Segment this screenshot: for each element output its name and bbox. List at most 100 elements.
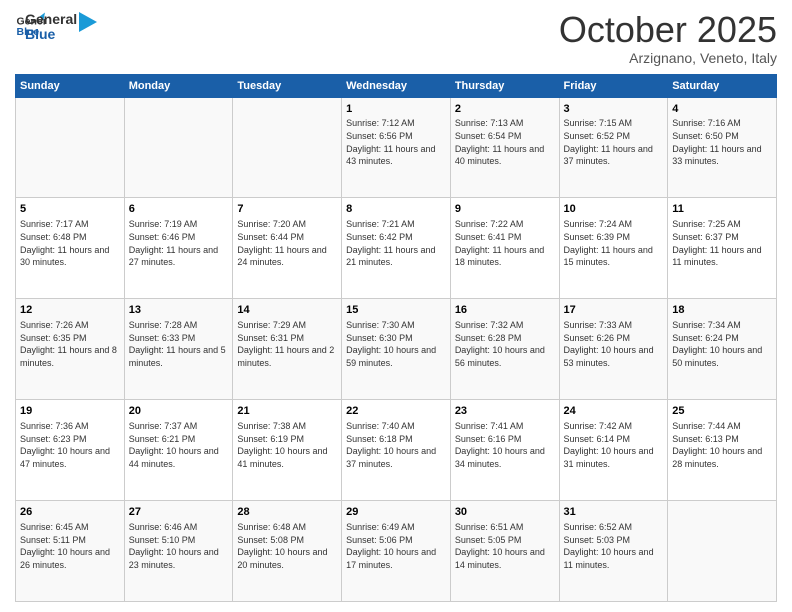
calendar-header-row: Sunday Monday Tuesday Wednesday Thursday… — [16, 74, 777, 97]
table-row — [233, 97, 342, 198]
table-row — [124, 97, 233, 198]
day-number: 3 — [564, 102, 664, 117]
day-info: Sunrise: 6:45 AMSunset: 5:11 PMDaylight:… — [20, 521, 120, 571]
table-row — [668, 501, 777, 602]
day-info: Sunrise: 7:41 AMSunset: 6:16 PMDaylight:… — [455, 420, 555, 470]
table-row: 13Sunrise: 7:28 AMSunset: 6:33 PMDayligh… — [124, 299, 233, 400]
calendar-week-row: 12Sunrise: 7:26 AMSunset: 6:35 PMDayligh… — [16, 299, 777, 400]
month-title: October 2025 — [559, 10, 777, 50]
day-info: Sunrise: 7:36 AMSunset: 6:23 PMDaylight:… — [20, 420, 120, 470]
day-info: Sunrise: 7:28 AMSunset: 6:33 PMDaylight:… — [129, 319, 229, 369]
table-row: 24Sunrise: 7:42 AMSunset: 6:14 PMDayligh… — [559, 400, 668, 501]
day-info: Sunrise: 7:42 AMSunset: 6:14 PMDaylight:… — [564, 420, 664, 470]
day-info: Sunrise: 7:17 AMSunset: 6:48 PMDaylight:… — [20, 218, 120, 268]
table-row: 31Sunrise: 6:52 AMSunset: 5:03 PMDayligh… — [559, 501, 668, 602]
calendar-table: Sunday Monday Tuesday Wednesday Thursday… — [15, 74, 777, 602]
day-number: 23 — [455, 404, 555, 419]
logo: General Blue General Blue — [15, 10, 97, 43]
day-info: Sunrise: 6:52 AMSunset: 5:03 PMDaylight:… — [564, 521, 664, 571]
day-number: 20 — [129, 404, 229, 419]
table-row: 4Sunrise: 7:16 AMSunset: 6:50 PMDaylight… — [668, 97, 777, 198]
day-number: 14 — [237, 303, 337, 318]
day-info: Sunrise: 7:33 AMSunset: 6:26 PMDaylight:… — [564, 319, 664, 369]
day-number: 30 — [455, 505, 555, 520]
day-number: 17 — [564, 303, 664, 318]
day-info: Sunrise: 6:49 AMSunset: 5:06 PMDaylight:… — [346, 521, 446, 571]
day-number: 26 — [20, 505, 120, 520]
day-number: 5 — [20, 202, 120, 217]
day-number: 4 — [672, 102, 772, 117]
table-row: 11Sunrise: 7:25 AMSunset: 6:37 PMDayligh… — [668, 198, 777, 299]
table-row: 25Sunrise: 7:44 AMSunset: 6:13 PMDayligh… — [668, 400, 777, 501]
day-info: Sunrise: 7:12 AMSunset: 6:56 PMDaylight:… — [346, 117, 446, 167]
day-number: 2 — [455, 102, 555, 117]
day-info: Sunrise: 6:46 AMSunset: 5:10 PMDaylight:… — [129, 521, 229, 571]
day-number: 9 — [455, 202, 555, 217]
table-row: 19Sunrise: 7:36 AMSunset: 6:23 PMDayligh… — [16, 400, 125, 501]
day-info: Sunrise: 7:19 AMSunset: 6:46 PMDaylight:… — [129, 218, 229, 268]
title-block: October 2025 Arzignano, Veneto, Italy — [559, 10, 777, 66]
col-monday: Monday — [124, 74, 233, 97]
table-row: 30Sunrise: 6:51 AMSunset: 5:05 PMDayligh… — [450, 501, 559, 602]
day-number: 27 — [129, 505, 229, 520]
day-info: Sunrise: 7:20 AMSunset: 6:44 PMDaylight:… — [237, 218, 337, 268]
table-row: 17Sunrise: 7:33 AMSunset: 6:26 PMDayligh… — [559, 299, 668, 400]
day-info: Sunrise: 6:48 AMSunset: 5:08 PMDaylight:… — [237, 521, 337, 571]
day-info: Sunrise: 7:25 AMSunset: 6:37 PMDaylight:… — [672, 218, 772, 268]
location-subtitle: Arzignano, Veneto, Italy — [559, 50, 777, 66]
day-number: 15 — [346, 303, 446, 318]
calendar-week-row: 5Sunrise: 7:17 AMSunset: 6:48 PMDaylight… — [16, 198, 777, 299]
day-number: 10 — [564, 202, 664, 217]
table-row: 2Sunrise: 7:13 AMSunset: 6:54 PMDaylight… — [450, 97, 559, 198]
table-row: 14Sunrise: 7:29 AMSunset: 6:31 PMDayligh… — [233, 299, 342, 400]
day-number: 25 — [672, 404, 772, 419]
day-info: Sunrise: 7:30 AMSunset: 6:30 PMDaylight:… — [346, 319, 446, 369]
day-info: Sunrise: 7:16 AMSunset: 6:50 PMDaylight:… — [672, 117, 772, 167]
day-number: 8 — [346, 202, 446, 217]
calendar-week-row: 1Sunrise: 7:12 AMSunset: 6:56 PMDaylight… — [16, 97, 777, 198]
day-info: Sunrise: 7:29 AMSunset: 6:31 PMDaylight:… — [237, 319, 337, 369]
col-saturday: Saturday — [668, 74, 777, 97]
day-number: 21 — [237, 404, 337, 419]
table-row: 29Sunrise: 6:49 AMSunset: 5:06 PMDayligh… — [342, 501, 451, 602]
table-row: 20Sunrise: 7:37 AMSunset: 6:21 PMDayligh… — [124, 400, 233, 501]
col-friday: Friday — [559, 74, 668, 97]
day-info: Sunrise: 7:15 AMSunset: 6:52 PMDaylight:… — [564, 117, 664, 167]
table-row: 22Sunrise: 7:40 AMSunset: 6:18 PMDayligh… — [342, 400, 451, 501]
day-number: 12 — [20, 303, 120, 318]
day-info: Sunrise: 7:21 AMSunset: 6:42 PMDaylight:… — [346, 218, 446, 268]
table-row: 27Sunrise: 6:46 AMSunset: 5:10 PMDayligh… — [124, 501, 233, 602]
day-number: 16 — [455, 303, 555, 318]
day-info: Sunrise: 7:13 AMSunset: 6:54 PMDaylight:… — [455, 117, 555, 167]
col-sunday: Sunday — [16, 74, 125, 97]
day-number: 22 — [346, 404, 446, 419]
day-info: Sunrise: 7:40 AMSunset: 6:18 PMDaylight:… — [346, 420, 446, 470]
page-header: General Blue General Blue October 2025 A… — [15, 10, 777, 66]
day-info: Sunrise: 7:26 AMSunset: 6:35 PMDaylight:… — [20, 319, 120, 369]
table-row: 10Sunrise: 7:24 AMSunset: 6:39 PMDayligh… — [559, 198, 668, 299]
day-number: 7 — [237, 202, 337, 217]
table-row: 18Sunrise: 7:34 AMSunset: 6:24 PMDayligh… — [668, 299, 777, 400]
day-number: 19 — [20, 404, 120, 419]
table-row — [16, 97, 125, 198]
table-row: 7Sunrise: 7:20 AMSunset: 6:44 PMDaylight… — [233, 198, 342, 299]
col-thursday: Thursday — [450, 74, 559, 97]
table-row: 8Sunrise: 7:21 AMSunset: 6:42 PMDaylight… — [342, 198, 451, 299]
logo-general: General — [25, 12, 77, 27]
day-info: Sunrise: 7:24 AMSunset: 6:39 PMDaylight:… — [564, 218, 664, 268]
calendar-week-row: 26Sunrise: 6:45 AMSunset: 5:11 PMDayligh… — [16, 501, 777, 602]
table-row: 15Sunrise: 7:30 AMSunset: 6:30 PMDayligh… — [342, 299, 451, 400]
day-info: Sunrise: 7:44 AMSunset: 6:13 PMDaylight:… — [672, 420, 772, 470]
day-info: Sunrise: 7:34 AMSunset: 6:24 PMDaylight:… — [672, 319, 772, 369]
calendar-week-row: 19Sunrise: 7:36 AMSunset: 6:23 PMDayligh… — [16, 400, 777, 501]
day-number: 31 — [564, 505, 664, 520]
col-wednesday: Wednesday — [342, 74, 451, 97]
table-row: 28Sunrise: 6:48 AMSunset: 5:08 PMDayligh… — [233, 501, 342, 602]
logo-blue: Blue — [25, 27, 77, 42]
table-row: 5Sunrise: 7:17 AMSunset: 6:48 PMDaylight… — [16, 198, 125, 299]
table-row: 16Sunrise: 7:32 AMSunset: 6:28 PMDayligh… — [450, 299, 559, 400]
col-tuesday: Tuesday — [233, 74, 342, 97]
day-number: 18 — [672, 303, 772, 318]
table-row: 21Sunrise: 7:38 AMSunset: 6:19 PMDayligh… — [233, 400, 342, 501]
table-row: 3Sunrise: 7:15 AMSunset: 6:52 PMDaylight… — [559, 97, 668, 198]
